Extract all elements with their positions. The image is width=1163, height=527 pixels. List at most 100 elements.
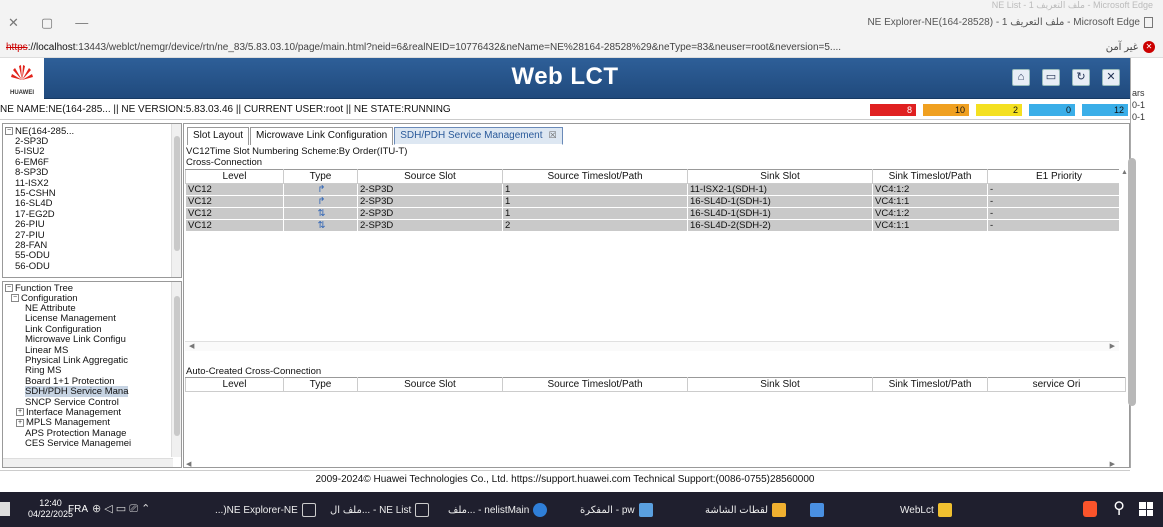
taskbar-clock[interactable]: 12:40 04/22/2025 <box>28 498 73 520</box>
monitor-icon[interactable]: ▭ <box>1042 69 1060 86</box>
ne-tree-scrollbar[interactable] <box>171 124 181 277</box>
column-header[interactable]: Source Slot <box>357 377 503 392</box>
restore-window-button[interactable]: ▢ <box>41 15 53 31</box>
refresh-icon[interactable]: ↻ <box>1072 69 1090 86</box>
task-weblct[interactable]: WebLct <box>900 501 952 519</box>
function-tree-item-label: MPLS Management <box>26 417 110 429</box>
tab-sdh-pdh-service-management[interactable]: SDH/PDH Service Management ☒ <box>394 127 563 145</box>
column-header[interactable]: service Ori <box>987 377 1126 392</box>
alarm-major[interactable]: 10 <box>923 104 969 116</box>
column-header[interactable]: Source Timeslot/Path <box>502 169 688 184</box>
table-row[interactable]: VC12 ⇅ 2-SP3D 2 16-SL4D-2(SDH-2) VC4:1:1- <box>185 219 1129 232</box>
auto-scroll-right-icon[interactable]: ▶ <box>1110 460 1115 467</box>
function-tree-item[interactable]: APS Protection Manage <box>25 428 126 439</box>
column-header[interactable]: Sink Slot <box>687 377 873 392</box>
column-header[interactable]: Sink Timeslot/Path <box>872 169 988 184</box>
function-tree-item[interactable]: License Management <box>25 313 116 324</box>
ne-board-item[interactable]: 8-SP3D <box>15 167 48 178</box>
ne-board-item[interactable]: 26-PIU <box>15 219 45 230</box>
ne-board-item[interactable]: 11-ISX2 <box>15 178 49 189</box>
page-scroll-thumb[interactable] <box>1128 158 1136 406</box>
close-icon[interactable]: ✕ <box>1102 69 1120 86</box>
app-icon <box>810 503 824 517</box>
alarm-total[interactable]: 12 <box>1082 104 1128 116</box>
ne-board-item[interactable]: 17-EG2D <box>15 209 55 220</box>
expand-icon[interactable]: + <box>16 408 24 417</box>
brave-icon[interactable] <box>1083 501 1097 517</box>
function-tree-item[interactable]: CES Service Managemei <box>25 438 131 449</box>
column-header[interactable]: Type <box>283 377 358 392</box>
ne-board-item[interactable]: 55-ODU <box>15 250 50 261</box>
ne-board-item[interactable]: 16-SL4D <box>15 198 53 209</box>
windows-start-icon[interactable] <box>1139 502 1153 516</box>
ne-board-item[interactable]: 15-CSHN <box>15 188 56 199</box>
table-cell: VC4:1:2 <box>872 207 988 220</box>
language-indicator[interactable]: FRA <box>68 504 88 515</box>
function-tree-item[interactable]: Microwave Link Configu <box>25 334 126 345</box>
scroll-thumb[interactable] <box>174 136 180 251</box>
collapse-icon[interactable]: − <box>5 284 13 293</box>
column-header[interactable]: Type <box>283 169 358 184</box>
column-header[interactable]: Sink Slot <box>687 169 873 184</box>
minimize-window-button[interactable]: — <box>75 15 88 31</box>
function-tree-item[interactable]: Board 1+1 Protection <box>25 376 115 387</box>
alarm-minor[interactable]: 2 <box>976 104 1022 116</box>
task-notepad[interactable]: المفكرة - pw <box>580 501 653 519</box>
function-tree-item[interactable]: NE Attribute <box>25 303 76 314</box>
search-icon[interactable]: ⚲ <box>1113 498 1125 518</box>
scroll-thumb[interactable] <box>174 296 180 436</box>
ne-board-item[interactable]: 5-ISU2 <box>15 146 45 157</box>
ne-board-item[interactable]: 28-FAN <box>15 240 47 251</box>
task-ne-list[interactable]: ملف ال... - NE List <box>330 501 430 519</box>
cross-connection-hscroll[interactable]: ◀ ▶ <box>185 341 1119 351</box>
tab-microwave-link-configuration[interactable]: Microwave Link Configuration <box>250 127 394 145</box>
table-cell: 2-SP3D <box>357 207 503 220</box>
not-secure-indicator[interactable]: غير آمن ✕ <box>1106 41 1155 53</box>
tab-slot-layout[interactable]: Slot Layout <box>187 127 250 145</box>
function-tree-hscrollbar[interactable] <box>3 458 173 467</box>
tab-close-icon[interactable]: ☒ <box>549 130 557 140</box>
column-header[interactable]: Level <box>185 169 284 184</box>
table-row[interactable]: VC12 ⇅ 2-SP3D 1 16-SL4D-1(SDH-1) VC4:1:2- <box>185 207 1129 220</box>
task-app[interactable] <box>810 501 824 519</box>
alarm-critical[interactable]: 8 <box>870 104 916 116</box>
task-ne-explorer[interactable]: ...)NE Explorer-NE <box>215 501 316 519</box>
column-header[interactable]: E1 Priority <box>987 169 1129 184</box>
column-header[interactable]: Source Slot <box>357 169 503 184</box>
background-window-title: NE List - 1 ملف التعريف - Microsoft Edge <box>991 0 1153 10</box>
function-tree-item[interactable]: SNCP Service Control <box>25 397 119 408</box>
system-tray-icons[interactable]: ⊕ ◁ ▭ ⎚ ⌃ <box>92 502 150 516</box>
alarm-warning[interactable]: 0 <box>1029 104 1075 116</box>
function-tree-item[interactable]: Linear MS <box>25 345 68 356</box>
close-window-button[interactable]: ✕ <box>8 15 19 31</box>
collapse-icon[interactable]: − <box>11 294 19 303</box>
show-desktop-button[interactable] <box>0 502 10 516</box>
column-header[interactable]: Level <box>185 377 284 392</box>
function-tree-item[interactable]: + MPLS Management <box>16 417 110 428</box>
function-tree-item[interactable]: SDH/PDH Service Mana <box>25 386 129 398</box>
scroll-right-icon[interactable]: ▶ <box>1110 342 1115 350</box>
task-screenshots[interactable]: لقطات الشاشة <box>705 501 787 519</box>
ne-board-item[interactable]: 6-EM6F <box>15 157 49 168</box>
ne-board-item[interactable]: 56-ODU <box>15 261 50 272</box>
function-tree-item[interactable]: Link Configuration <box>25 324 102 335</box>
task-nelistmain[interactable]: ملف... - nelistMain <box>448 501 548 519</box>
auto-scroll-left-icon[interactable]: ◀ <box>186 460 191 467</box>
column-header[interactable]: Source Timeslot/Path <box>502 377 688 392</box>
function-tree-item[interactable]: Ring MS <box>25 365 61 376</box>
table-row[interactable]: VC12 ↱ 2-SP3D 1 16-SL4D-1(SDH-1) VC4:1:1- <box>185 195 1129 208</box>
function-tree-scrollbar[interactable] <box>171 282 181 457</box>
expand-icon[interactable]: + <box>16 418 24 427</box>
function-tree-item[interactable]: Physical Link Aggregatic <box>25 355 128 366</box>
table-row[interactable]: VC12 ↱ 2-SP3D 1 11-ISX2-1(SDH-1) VC4:1:2- <box>185 183 1129 196</box>
address-bar[interactable]: https://localhost:13443/weblct/nemgr/dev… <box>0 38 1163 58</box>
home-icon[interactable]: ⌂ <box>1012 69 1030 86</box>
table-cell: 16-SL4D-1(SDH-1) <box>687 207 873 220</box>
scroll-left-icon[interactable]: ◀ <box>189 342 194 350</box>
ne-board-item[interactable]: 27-PIU <box>15 230 45 241</box>
column-header[interactable]: Sink Timeslot/Path <box>872 377 988 392</box>
url-text[interactable]: https://localhost:13443/weblct/nemgr/dev… <box>6 42 841 53</box>
collapse-icon[interactable]: − <box>5 127 13 136</box>
ne-board-item[interactable]: 2-SP3D <box>15 136 48 147</box>
function-tree-item[interactable]: + Interface Management <box>16 407 121 418</box>
